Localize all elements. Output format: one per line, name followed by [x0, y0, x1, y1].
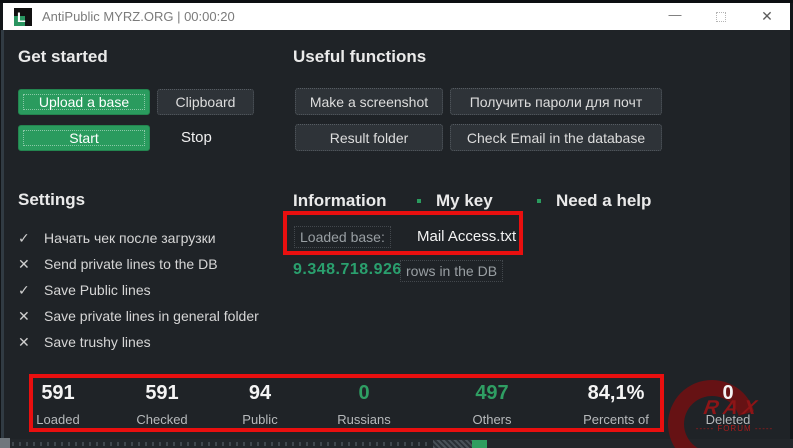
make-screenshot-button[interactable]: Make a screenshot [295, 88, 443, 115]
stat-percents: 84,1% Percents of [561, 382, 671, 427]
useful-functions-heading: Useful functions [293, 47, 427, 66]
minimize-button[interactable]: — [652, 3, 698, 30]
progress-indicator [472, 440, 487, 448]
stat-label: Checked [136, 412, 188, 427]
stat-label: Public [242, 412, 278, 427]
cross-icon: ✕ [18, 255, 30, 272]
stat-value: 591 [145, 382, 179, 404]
dot-separator-icon [417, 199, 421, 203]
stat-label: Others [472, 412, 512, 427]
cross-icon: ✕ [18, 307, 30, 324]
stat-others: 497 Others [437, 382, 547, 427]
upload-base-button[interactable]: Upload a base [18, 89, 150, 115]
stat-checked: 591 Checked [107, 382, 217, 427]
setting-save-private-general-folder[interactable]: ✕ Save private lines in general folder [18, 303, 259, 329]
setting-save-trushy-lines[interactable]: ✕ Save trushy lines [18, 329, 259, 355]
cross-icon: ✕ [18, 333, 30, 350]
stat-value: 94 [248, 382, 272, 404]
settings-heading: Settings [18, 190, 86, 209]
window-corner-notch [0, 438, 10, 448]
stat-label: Percents of [583, 412, 649, 427]
need-help-link[interactable]: Need a help [556, 191, 651, 211]
maximize-icon [716, 11, 726, 22]
close-icon: ✕ [761, 8, 773, 24]
setting-save-public-lines[interactable]: ✓ Save Public lines [18, 277, 259, 303]
stat-deleted: 0 Deleted [673, 382, 783, 427]
settings-list: ✓ Начать чек после загрузки ✕ Send priva… [18, 225, 259, 355]
stat-label: Russians [337, 412, 391, 427]
checkmark-icon: ✓ [18, 229, 30, 246]
setting-label: Save private lines in general folder [44, 308, 259, 324]
setting-label: Save trushy lines [44, 334, 151, 350]
checkmark-icon: ✓ [18, 281, 30, 298]
information-heading: Information [293, 191, 387, 210]
maximize-button[interactable] [698, 3, 744, 30]
app-logo-icon: L [14, 7, 32, 26]
stat-loaded: 591 Loaded [3, 382, 113, 427]
setting-label: Save Public lines [44, 282, 151, 298]
window-controls: — ✕ [652, 3, 790, 30]
close-button[interactable]: ✕ [744, 3, 790, 30]
db-rows-label: rows in the DB [400, 260, 504, 282]
app-logo-letter: L [17, 8, 26, 25]
titlebar: L AntiPublic MYRZ.ORG | 00:00:20 — ✕ [3, 3, 790, 30]
stat-label: Loaded [36, 412, 80, 427]
result-folder-button[interactable]: Result folder [295, 124, 443, 151]
my-key-link[interactable]: My key [436, 191, 493, 211]
stat-value: 0 [722, 382, 734, 404]
stat-value: 591 [41, 382, 75, 404]
clipboard-button[interactable]: Clipboard [157, 89, 254, 115]
dot-separator-icon [537, 199, 541, 203]
check-email-db-button[interactable]: Check Email in the database [450, 124, 662, 151]
stat-russians: 0 Russians [309, 382, 419, 427]
setting-label: Send private lines to the DB [44, 256, 218, 272]
progress-track-dots [12, 442, 432, 446]
stat-value: 84,1% [587, 382, 645, 404]
window-left-border [1, 30, 4, 439]
get-mail-passwords-button[interactable]: Получить пароли для почт [450, 88, 662, 115]
loaded-base-value: Mail Access.txt [417, 228, 517, 245]
loaded-base-label: Loaded base: [294, 226, 391, 248]
start-button[interactable]: Start [18, 125, 150, 151]
setting-start-check-after-load[interactable]: ✓ Начать чек после загрузки [18, 225, 259, 251]
setting-send-private-lines[interactable]: ✕ Send private lines to the DB [18, 251, 259, 277]
app-window: L AntiPublic MYRZ.ORG | 00:00:20 — ✕ Get… [0, 0, 793, 448]
progress-hatch [433, 440, 472, 448]
stat-label: Deleted [705, 412, 751, 427]
stop-button[interactable]: Stop [181, 129, 212, 146]
get-started-heading: Get started [18, 47, 108, 66]
stat-value: 497 [475, 382, 509, 404]
setting-label: Начать чек после загрузки [44, 230, 216, 246]
db-rows-count: 9.348.718.926 [293, 261, 402, 278]
stat-public: 94 Public [205, 382, 315, 427]
minimize-icon: — [668, 6, 682, 22]
stat-value: 0 [358, 382, 370, 404]
window-title: AntiPublic MYRZ.ORG | 00:00:20 [42, 9, 235, 24]
